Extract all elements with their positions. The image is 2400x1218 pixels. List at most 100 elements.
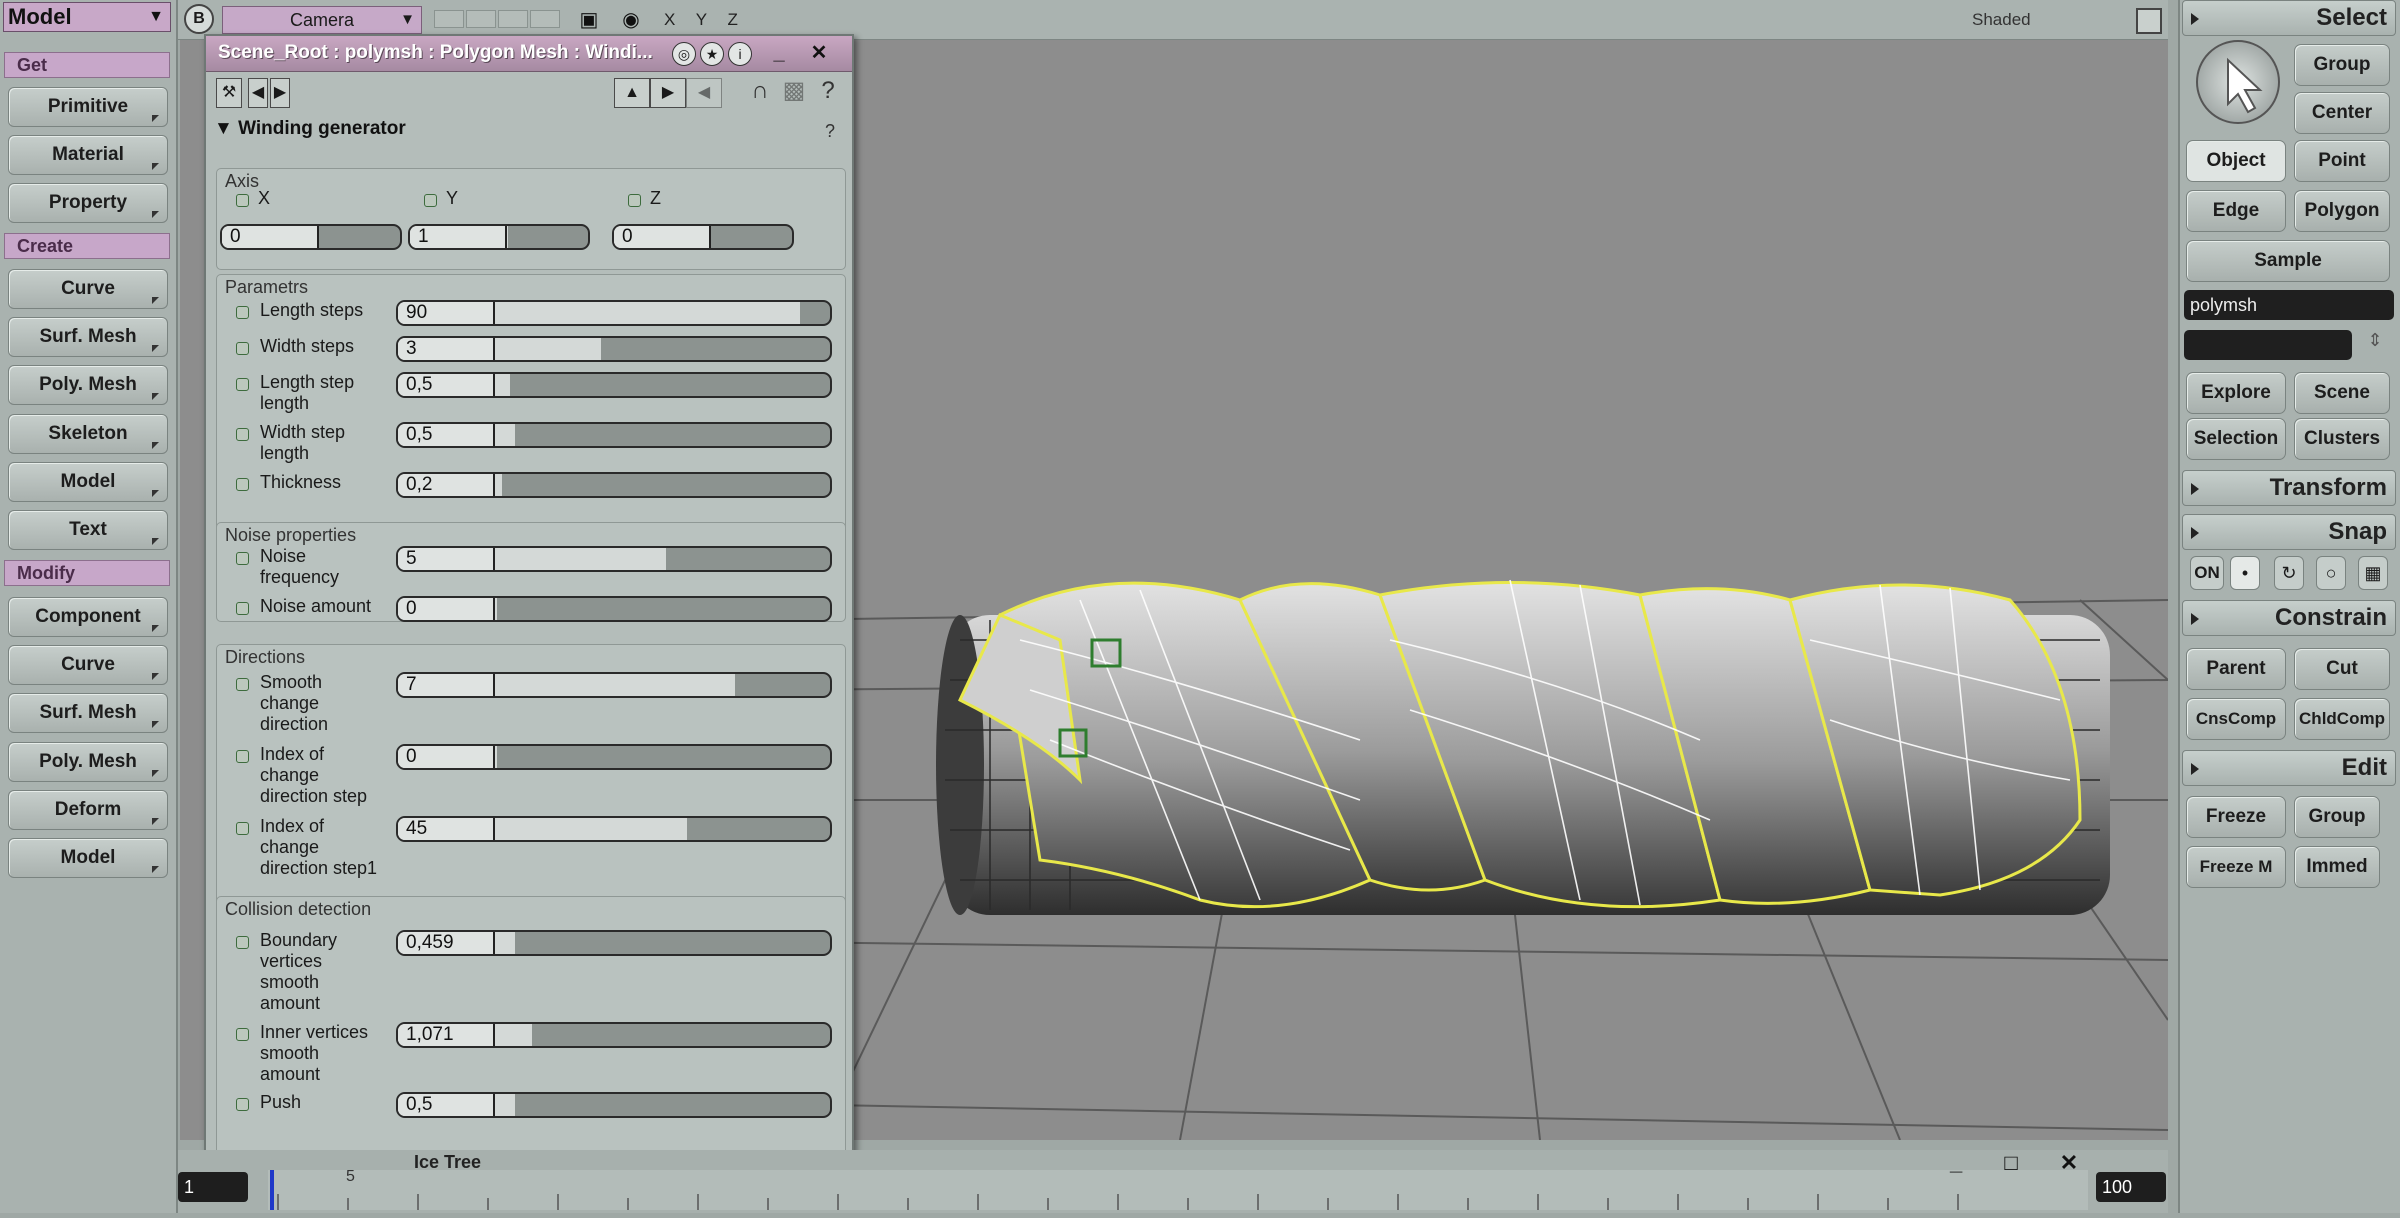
noise-slider[interactable]: 5 (396, 546, 832, 572)
axis-y-slider[interactable]: 1 (408, 224, 590, 250)
revert-icon[interactable]: ◀ (686, 78, 722, 108)
animate-checkbox[interactable] (628, 194, 641, 207)
previous-arrow-icon[interactable]: ◀ (248, 78, 268, 108)
end-frame-field[interactable]: 100 (2096, 1172, 2166, 1202)
value-box[interactable]: 0 (222, 226, 319, 248)
value-box[interactable]: 0,5 (398, 424, 495, 446)
create-surf-mesh-button[interactable]: Surf. Mesh (8, 317, 168, 357)
view-slot[interactable] (466, 10, 496, 28)
animate-checkbox[interactable] (236, 194, 249, 207)
create-model-button[interactable]: Model (8, 462, 168, 502)
load-preset-icon[interactable]: ▲ (614, 78, 650, 108)
lock-icon[interactable]: ⚒ (216, 78, 242, 108)
snap-panel-header[interactable]: Snap (2182, 514, 2396, 550)
section-get[interactable]: Get (4, 52, 170, 78)
edit-panel-header[interactable]: Edit (2182, 750, 2396, 786)
axis-z-slider[interactable]: 0 (612, 224, 794, 250)
modify-poly-mesh-button[interactable]: Poly. Mesh (8, 742, 168, 782)
value-box[interactable]: 0 (614, 226, 711, 248)
create-poly-mesh-button[interactable]: Poly. Mesh (8, 365, 168, 405)
value-box[interactable]: 5 (398, 548, 495, 570)
snap-circle-icon[interactable]: ○ (2316, 556, 2346, 590)
snap-on-toggle[interactable]: ON (2190, 556, 2224, 590)
animate-checkbox[interactable] (236, 1098, 249, 1111)
axis-toggles[interactable]: X Y Z (664, 10, 746, 30)
create-text-button[interactable]: Text (8, 510, 168, 550)
dialog-titlebar[interactable]: Scene_Root : polymsh : Polygon Mesh : Wi… (206, 36, 852, 72)
viewport-letter-button[interactable]: B (184, 4, 214, 34)
modify-component-button[interactable]: Component (8, 597, 168, 637)
section-modify[interactable]: Modify (4, 560, 170, 586)
filter-field[interactable] (2184, 330, 2352, 360)
snap-curve-icon[interactable]: ↻ (2274, 556, 2304, 590)
selection-button[interactable]: Selection (2186, 418, 2286, 460)
section-create[interactable]: Create (4, 233, 170, 259)
select-edge-button[interactable]: Edge (2186, 190, 2286, 232)
animate-checkbox[interactable] (236, 478, 249, 491)
modify-curve-button[interactable]: Curve (8, 645, 168, 685)
transform-panel-header[interactable]: Transform (2182, 470, 2396, 506)
preset-icon[interactable]: ★ (700, 42, 724, 66)
mode-dropdown[interactable]: Model ▼ (3, 2, 171, 32)
animate-checkbox[interactable] (236, 1028, 249, 1041)
immed-button[interactable]: Immed (2294, 846, 2380, 888)
animate-icon[interactable]: ▩ (780, 78, 808, 106)
create-skeleton-button[interactable]: Skeleton (8, 414, 168, 454)
property-header[interactable]: ▼ Winding generator (214, 118, 406, 140)
snap-grid-icon[interactable]: ▦ (2358, 556, 2388, 590)
view-slot[interactable] (434, 10, 464, 28)
maximize-viewport-button[interactable] (2136, 8, 2162, 34)
camera-icon[interactable]: ▣ (576, 8, 602, 32)
parameters-slider[interactable]: 0,2 (396, 472, 832, 498)
info-icon[interactable]: i (728, 42, 752, 66)
select-object-button[interactable]: Object (2186, 140, 2286, 182)
edit-group-button[interactable]: Group (2294, 796, 2380, 838)
animate-checkbox[interactable] (236, 822, 249, 835)
noise-slider[interactable]: 0 (396, 596, 832, 622)
animate-checkbox[interactable] (236, 936, 249, 949)
animate-checkbox[interactable] (236, 378, 249, 391)
help-icon[interactable]: ? (814, 78, 842, 106)
freeze-button[interactable]: Freeze (2186, 796, 2286, 838)
cut-button[interactable]: Cut (2294, 648, 2390, 690)
close-button[interactable]: ✕ (806, 40, 832, 68)
create-curve-button[interactable]: Curve (8, 269, 168, 309)
chldcomp-button[interactable]: ChldComp (2294, 698, 2390, 740)
animate-checkbox[interactable] (236, 750, 249, 763)
value-box[interactable]: 45 (398, 818, 495, 840)
camera-dropdown[interactable]: Camera ▼ (222, 6, 422, 34)
material-button[interactable]: Material (8, 135, 168, 175)
collision-slider[interactable]: 0,459 (396, 930, 832, 956)
lower-window-controls[interactable]: _ □ ✕ (1950, 1150, 2096, 1176)
value-box[interactable]: 0,2 (398, 474, 495, 496)
select-group-button[interactable]: Group (2294, 44, 2390, 86)
property-help-icon[interactable]: ? (816, 118, 844, 146)
value-box[interactable]: 0 (398, 598, 495, 620)
animate-checkbox[interactable] (236, 678, 249, 691)
value-box[interactable]: 0,5 (398, 374, 495, 396)
start-frame-field[interactable]: 1 (178, 1172, 248, 1202)
animate-checkbox[interactable] (424, 194, 437, 207)
animate-checkbox[interactable] (236, 602, 249, 615)
property-editor-dialog[interactable]: Scene_Root : polymsh : Polygon Mesh : Wi… (204, 34, 854, 1164)
value-box[interactable]: 3 (398, 338, 495, 360)
axis-x-slider[interactable]: 0 (220, 224, 402, 250)
directions-slider[interactable]: 7 (396, 672, 832, 698)
modify-surf-mesh-button[interactable]: Surf. Mesh (8, 693, 168, 733)
value-box[interactable]: 0,5 (398, 1094, 495, 1116)
value-box[interactable]: 7 (398, 674, 495, 696)
animate-checkbox[interactable] (236, 428, 249, 441)
cnscomp-button[interactable]: CnsComp (2186, 698, 2286, 740)
snap-point-icon[interactable]: • (2230, 556, 2260, 590)
display-mode-menu[interactable]: Shaded (1972, 10, 2031, 30)
select-center-button[interactable]: Center (2294, 92, 2390, 134)
select-sample-button[interactable]: Sample (2186, 240, 2390, 282)
view-slot[interactable] (530, 10, 560, 28)
explore-button[interactable]: Explore (2186, 372, 2286, 414)
parameters-slider[interactable]: 0,5 (396, 372, 832, 398)
modify-model-button[interactable]: Model (8, 838, 168, 878)
freeze-m-button[interactable]: Freeze M (2186, 846, 2286, 888)
select-point-button[interactable]: Point (2294, 140, 2390, 182)
value-box[interactable]: 0 (398, 746, 495, 768)
select-polygon-button[interactable]: Polygon (2294, 190, 2390, 232)
